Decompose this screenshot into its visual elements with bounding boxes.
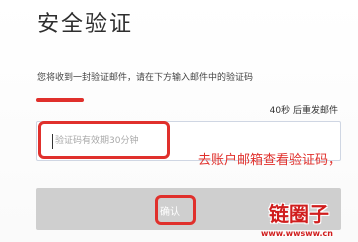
annotation-highlight-input [38,121,170,159]
annotation-highlight-button [155,195,196,225]
instructions-text: 您将收到一封验证邮件，请在下方输入邮件中的验证码 [37,73,254,83]
verification-page: 安全验证 您将收到一封验证邮件，请在下方输入邮件中的验证码 40秒 后重发邮件 … [0,0,358,242]
resend-email-countdown[interactable]: 40秒 后重发邮件 [270,103,338,116]
watermark-name: 链圈子 [269,202,329,226]
watermark-logo: 链圈子 www.wwsww.cn [261,198,357,242]
annotation-text: 去账户邮箱查看验证码， [198,153,342,168]
watermark-url: www.wwsww.cn [261,229,333,238]
redacted-email-mark [36,98,84,102]
page-title: 安全验证 [37,12,134,37]
